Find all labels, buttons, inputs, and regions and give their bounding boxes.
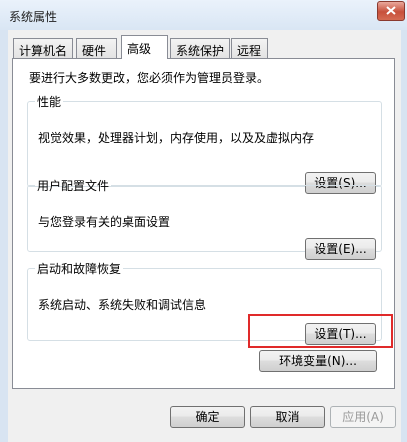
tab-advanced[interactable]: 高级 <box>121 35 168 59</box>
apply-button[interactable]: 应用(A) <box>330 406 396 428</box>
performance-group: 性能 视觉效果，处理器计划，内存使用，以及及虚拟内存 设置(S)... <box>27 93 382 194</box>
user-profiles-settings-button[interactable]: 设置(E)... <box>305 238 376 260</box>
tab-system-protection[interactable]: 系统保护 <box>170 38 230 58</box>
close-icon <box>386 6 396 15</box>
user-profiles-description: 与您登录有关的桌面设置 <box>38 215 171 229</box>
user-profiles-title: 用户配置文件 <box>37 179 110 193</box>
startup-recovery-description: 系统启动、系统失败和调试信息 <box>38 298 207 312</box>
tab-computer-name[interactable]: 计算机名 <box>13 38 73 58</box>
admin-notice: 要进行大多数更改，您必须作为管理员登录。 <box>29 71 270 85</box>
tab-remote[interactable]: 远程 <box>231 38 268 58</box>
window-title: 系统属性 <box>9 10 58 24</box>
highlight-box <box>248 314 393 348</box>
title-bar: 系统属性 <box>0 0 407 30</box>
performance-description: 视觉效果，处理器计划，内存使用，以及及虚拟内存 <box>38 131 315 145</box>
close-button[interactable] <box>377 1 405 21</box>
tab-hardware[interactable]: 硬件 <box>76 38 117 58</box>
environment-variables-button[interactable]: 环境变量(N)... <box>259 350 377 372</box>
cancel-button[interactable]: 取消 <box>250 406 325 428</box>
performance-title: 性能 <box>37 95 62 109</box>
ok-button[interactable]: 确定 <box>170 406 245 428</box>
startup-recovery-title: 启动和故障恢复 <box>37 262 122 276</box>
user-profiles-group: 用户配置文件 与您登录有关的桌面设置 设置(E)... <box>27 177 382 260</box>
dialog-body: 计算机名 硬件 高级 系统保护 远程 要进行大多数更改，您必须作为管理员登录。 … <box>8 30 401 442</box>
